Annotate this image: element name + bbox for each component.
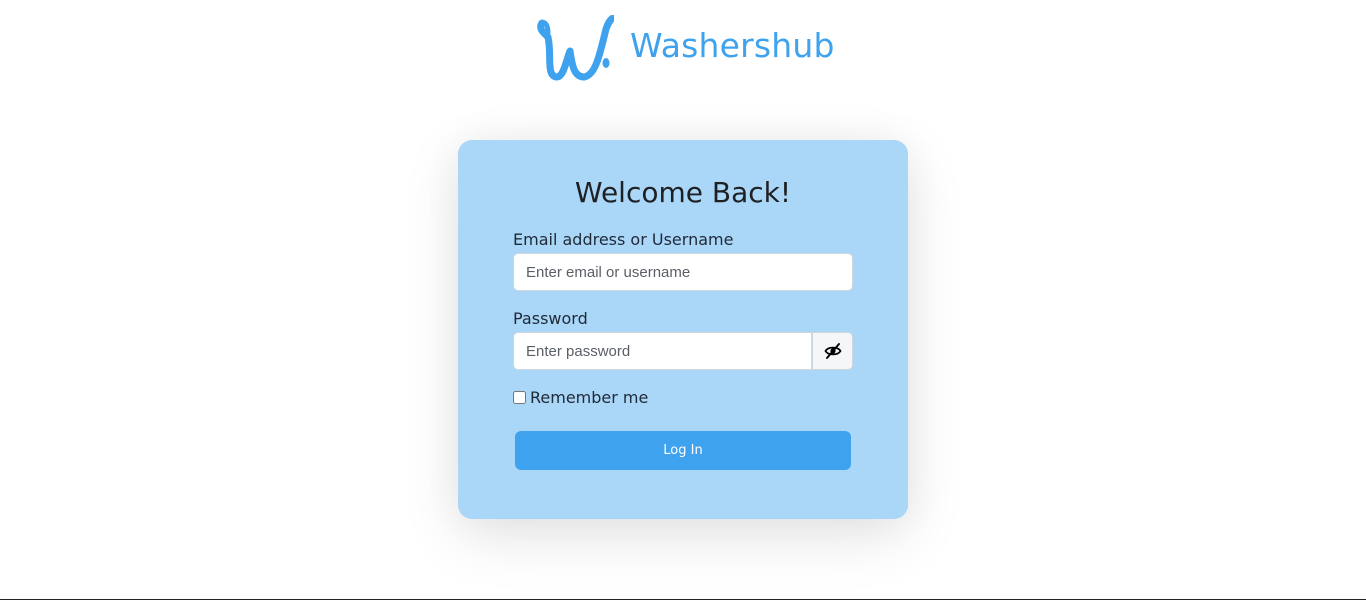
card-title: Welcome Back! [574, 176, 792, 209]
remember-me-row: Remember me [513, 388, 648, 407]
password-input[interactable] [513, 332, 812, 370]
toggle-password-visibility-button[interactable] [812, 332, 853, 370]
remember-me-checkbox[interactable] [513, 391, 526, 404]
eye-slash-icon [823, 343, 842, 359]
washershub-w-logo-icon [537, 15, 614, 81]
email-label: Email address or Username [513, 230, 734, 249]
password-label: Password [513, 309, 588, 328]
login-page: Washershub Welcome Back! Email address o… [0, 0, 1366, 600]
email-input[interactable] [513, 253, 853, 291]
brand-name: Washershub [630, 25, 835, 65]
login-card: Welcome Back! Email address or Username … [458, 140, 908, 519]
login-button[interactable]: Log In [515, 431, 851, 470]
remember-me-label: Remember me [530, 388, 649, 407]
brand-header: Washershub [536, 14, 835, 82]
